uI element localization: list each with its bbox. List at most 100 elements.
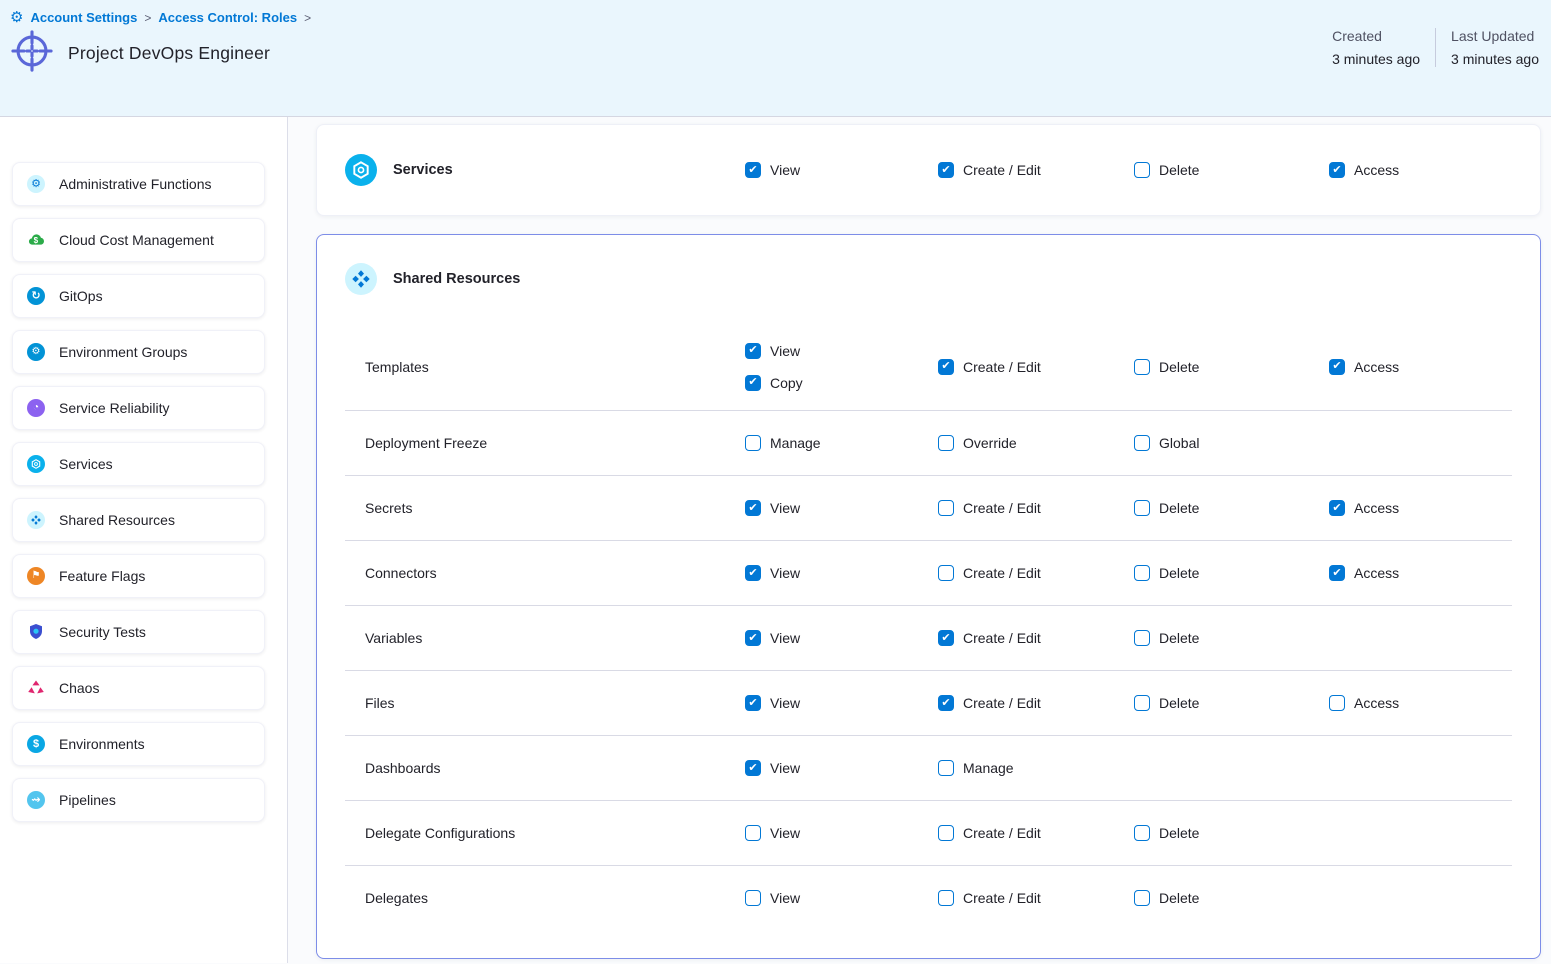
permission-delete-checkbox[interactable]: Delete <box>1134 565 1329 581</box>
checkbox-label[interactable]: Create / Edit <box>963 695 1041 711</box>
checkbox-label[interactable]: View <box>770 162 800 178</box>
permission-view-checkbox[interactable]: ✔ View <box>745 565 938 581</box>
checkbox-label[interactable]: View <box>770 565 800 581</box>
checkbox-label[interactable]: Delete <box>1159 825 1199 841</box>
checkbox-label[interactable]: View <box>770 825 800 841</box>
checked-checkbox-icon[interactable]: ✔ <box>1329 162 1345 178</box>
unchecked-checkbox-icon[interactable] <box>1134 435 1150 451</box>
checkbox-label[interactable]: Delete <box>1159 359 1199 375</box>
permission-copy-checkbox[interactable]: ✔ Copy <box>745 375 938 391</box>
sidebar-item-security-tests[interactable]: Security Tests <box>12 610 265 654</box>
permission-view-checkbox[interactable]: View <box>745 825 938 841</box>
permission-create-edit-checkbox[interactable]: Create / Edit <box>938 565 1134 581</box>
unchecked-checkbox-icon[interactable] <box>938 760 954 776</box>
permission-access-checkbox[interactable]: ✔ Access <box>1329 500 1512 516</box>
unchecked-checkbox-icon[interactable] <box>938 500 954 516</box>
checkbox-label[interactable]: Access <box>1354 695 1399 711</box>
sidebar-item-environments[interactable]: $Environments <box>12 722 265 766</box>
checked-checkbox-icon[interactable]: ✔ <box>938 630 954 646</box>
checkbox-label[interactable]: Create / Edit <box>963 359 1041 375</box>
permission-access-checkbox[interactable]: ✔Access <box>1329 359 1512 375</box>
checked-checkbox-icon[interactable]: ✔ <box>745 630 761 646</box>
checkbox-label[interactable]: Delete <box>1159 500 1199 516</box>
permission-view-checkbox[interactable]: ✔ View <box>745 343 938 359</box>
checkbox-label[interactable]: Copy <box>770 375 803 391</box>
permission-delete-checkbox[interactable]: Delete <box>1134 825 1329 841</box>
sidebar-item-cloud-cost-management[interactable]: $Cloud Cost Management <box>12 218 265 262</box>
checkbox-label[interactable]: Access <box>1354 359 1399 375</box>
checkbox-label[interactable]: Delete <box>1159 565 1199 581</box>
checkbox-label[interactable]: Create / Edit <box>963 630 1041 646</box>
checkbox-label[interactable]: View <box>770 630 800 646</box>
checkbox-label[interactable]: View <box>770 760 800 776</box>
checkbox-label[interactable]: Manage <box>770 435 821 451</box>
unchecked-checkbox-icon[interactable] <box>1134 359 1150 375</box>
checkbox-label[interactable]: Create / Edit <box>963 565 1041 581</box>
checkbox-label[interactable]: Delete <box>1159 630 1199 646</box>
checked-checkbox-icon[interactable]: ✔ <box>1329 565 1345 581</box>
permission-create-edit-checkbox[interactable]: ✔Create / Edit <box>938 359 1134 375</box>
permission-manage-checkbox[interactable]: Manage <box>938 760 1134 776</box>
unchecked-checkbox-icon[interactable] <box>745 435 761 451</box>
permission-delete-checkbox[interactable]: Delete <box>1134 359 1329 375</box>
sidebar-item-environment-groups[interactable]: ⚙Environment Groups <box>12 330 265 374</box>
permission-view-checkbox[interactable]: ✔ View <box>745 630 938 646</box>
permission-view-checkbox[interactable]: ✔ View <box>745 760 938 776</box>
card-shared-resources[interactable]: Shared ResourcesTemplates✔View✔Copy✔Crea… <box>316 234 1541 959</box>
permission-create-edit-checkbox[interactable]: ✔ Create / Edit <box>938 630 1134 646</box>
permission-create-edit-checkbox[interactable]: ✔Create / Edit <box>938 162 1134 178</box>
checked-checkbox-icon[interactable]: ✔ <box>938 695 954 711</box>
checked-checkbox-icon[interactable]: ✔ <box>745 500 761 516</box>
unchecked-checkbox-icon[interactable] <box>938 825 954 841</box>
checkbox-label[interactable]: Override <box>963 435 1017 451</box>
unchecked-checkbox-icon[interactable] <box>745 890 761 906</box>
unchecked-checkbox-icon[interactable] <box>1134 162 1150 178</box>
permission-delete-checkbox[interactable]: Delete <box>1134 630 1329 646</box>
checked-checkbox-icon[interactable]: ✔ <box>1329 500 1345 516</box>
permission-view-checkbox[interactable]: ✔ View <box>745 500 938 516</box>
unchecked-checkbox-icon[interactable] <box>1134 695 1150 711</box>
checkbox-label[interactable]: View <box>770 500 800 516</box>
permission-delete-checkbox[interactable]: Delete <box>1134 500 1329 516</box>
permission-delete-checkbox[interactable]: Delete <box>1134 695 1329 711</box>
checkbox-label[interactable]: Manage <box>963 760 1014 776</box>
checked-checkbox-icon[interactable]: ✔ <box>745 695 761 711</box>
sidebar-item-shared-resources[interactable]: Shared Resources <box>12 498 265 542</box>
unchecked-checkbox-icon[interactable] <box>938 565 954 581</box>
checkbox-label[interactable]: Global <box>1159 435 1199 451</box>
sidebar-item-services[interactable]: Services <box>12 442 265 486</box>
sidebar-item-feature-flags[interactable]: ⚑Feature Flags <box>12 554 265 598</box>
permission-delete-checkbox[interactable]: Delete <box>1134 162 1329 178</box>
sidebar-item-pipelines[interactable]: ⇝Pipelines <box>12 778 265 822</box>
checkbox-label[interactable]: Create / Edit <box>963 825 1041 841</box>
checked-checkbox-icon[interactable]: ✔ <box>745 375 761 391</box>
sidebar-item-service-reliability[interactable]: ◔Service Reliability <box>12 386 265 430</box>
unchecked-checkbox-icon[interactable] <box>938 890 954 906</box>
checked-checkbox-icon[interactable]: ✔ <box>745 565 761 581</box>
checkbox-label[interactable]: Access <box>1354 500 1399 516</box>
checkbox-label[interactable]: Delete <box>1159 890 1199 906</box>
permission-access-checkbox[interactable]: ✔Access <box>1329 565 1512 581</box>
checkbox-label[interactable]: View <box>770 890 800 906</box>
checkbox-label[interactable]: View <box>770 343 800 359</box>
checkbox-label[interactable]: Delete <box>1159 695 1199 711</box>
checkbox-label[interactable]: Access <box>1354 162 1399 178</box>
sidebar-item-administrative-functions[interactable]: ⚙Administrative Functions <box>12 162 265 206</box>
sidebar-item-chaos[interactable]: Chaos <box>12 666 265 710</box>
checkbox-label[interactable]: Create / Edit <box>963 890 1041 906</box>
unchecked-checkbox-icon[interactable] <box>1134 825 1150 841</box>
permission-create-edit-checkbox[interactable]: Create / Edit <box>938 825 1134 841</box>
checked-checkbox-icon[interactable]: ✔ <box>745 760 761 776</box>
breadcrumb-account-settings[interactable]: Account Settings <box>30 10 137 25</box>
permission-create-edit-checkbox[interactable]: ✔ Create / Edit <box>938 695 1134 711</box>
permission-create-edit-checkbox[interactable]: Create / Edit <box>938 890 1134 906</box>
unchecked-checkbox-icon[interactable] <box>1329 695 1345 711</box>
checked-checkbox-icon[interactable]: ✔ <box>745 343 761 359</box>
checkbox-label[interactable]: Delete <box>1159 162 1199 178</box>
permission-access-checkbox[interactable]: Access <box>1329 695 1512 711</box>
permission-global-checkbox[interactable]: Global <box>1134 435 1329 451</box>
breadcrumb-access-control-roles[interactable]: Access Control: Roles <box>158 10 297 25</box>
unchecked-checkbox-icon[interactable] <box>938 435 954 451</box>
unchecked-checkbox-icon[interactable] <box>1134 890 1150 906</box>
checkbox-label[interactable]: Create / Edit <box>963 500 1041 516</box>
